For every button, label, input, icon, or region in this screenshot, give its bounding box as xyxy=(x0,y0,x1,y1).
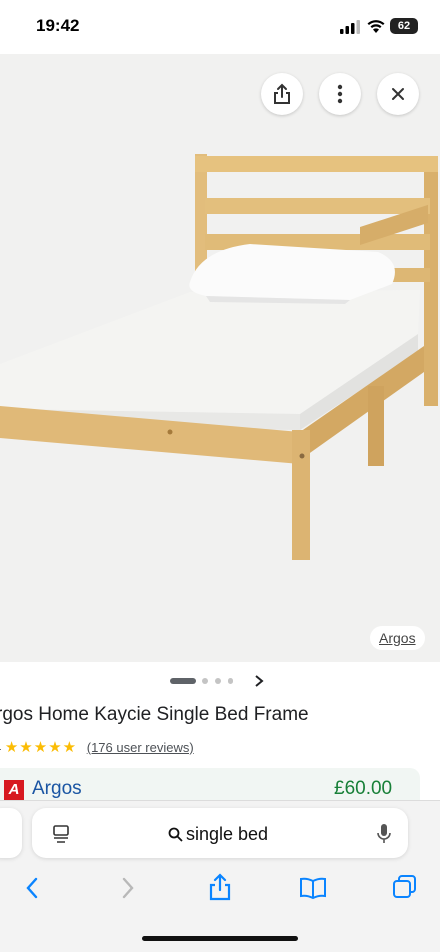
close-icon xyxy=(392,88,404,100)
wifi-icon xyxy=(367,20,385,33)
argos-logo: A xyxy=(4,780,24,800)
rating-stars: ★★★★★ xyxy=(4,739,78,756)
pager-dot[interactable] xyxy=(228,678,233,684)
image-source-link[interactable]: Argos xyxy=(370,626,425,650)
pager-dot[interactable] xyxy=(202,678,208,684)
mic-icon[interactable] xyxy=(377,823,391,845)
seller-name[interactable]: Argos xyxy=(32,778,82,800)
product-image[interactable] xyxy=(0,54,440,662)
product-title[interactable]: rgos Home Kaycie Single Bed Frame xyxy=(0,704,309,726)
bookmarks-icon[interactable] xyxy=(298,876,328,900)
rating-row: 4 ★★★★★ (176 user reviews) xyxy=(0,738,194,756)
back-icon[interactable] xyxy=(24,876,40,900)
close-button[interactable] xyxy=(377,73,419,115)
share-toolbar-icon[interactable] xyxy=(208,872,232,902)
cellular-signal-icon xyxy=(340,20,360,34)
home-indicator xyxy=(142,936,298,941)
status-time: 19:42 xyxy=(36,16,80,35)
tab-overview-icon[interactable] xyxy=(52,824,70,844)
pager-dot[interactable] xyxy=(215,678,221,684)
address-text[interactable]: single bed xyxy=(186,824,268,845)
pager-dot-active[interactable] xyxy=(170,678,196,684)
chevron-right-icon[interactable] xyxy=(254,674,264,688)
share-icon xyxy=(274,83,290,104)
rating-value: 4 xyxy=(0,740,1,755)
offer-price: £60.00 xyxy=(334,778,393,799)
more-options-button[interactable] xyxy=(319,73,361,115)
search-icon xyxy=(168,827,183,842)
previous-tab-preview[interactable] xyxy=(0,808,22,858)
bed-illustration xyxy=(0,154,438,560)
forward-icon[interactable] xyxy=(120,876,136,900)
battery-icon: 62 xyxy=(390,18,418,34)
reviews-link[interactable]: (176 user reviews) xyxy=(87,740,194,755)
share-button[interactable] xyxy=(261,73,303,115)
tabs-icon[interactable] xyxy=(392,874,418,900)
more-vert-icon xyxy=(337,84,343,104)
